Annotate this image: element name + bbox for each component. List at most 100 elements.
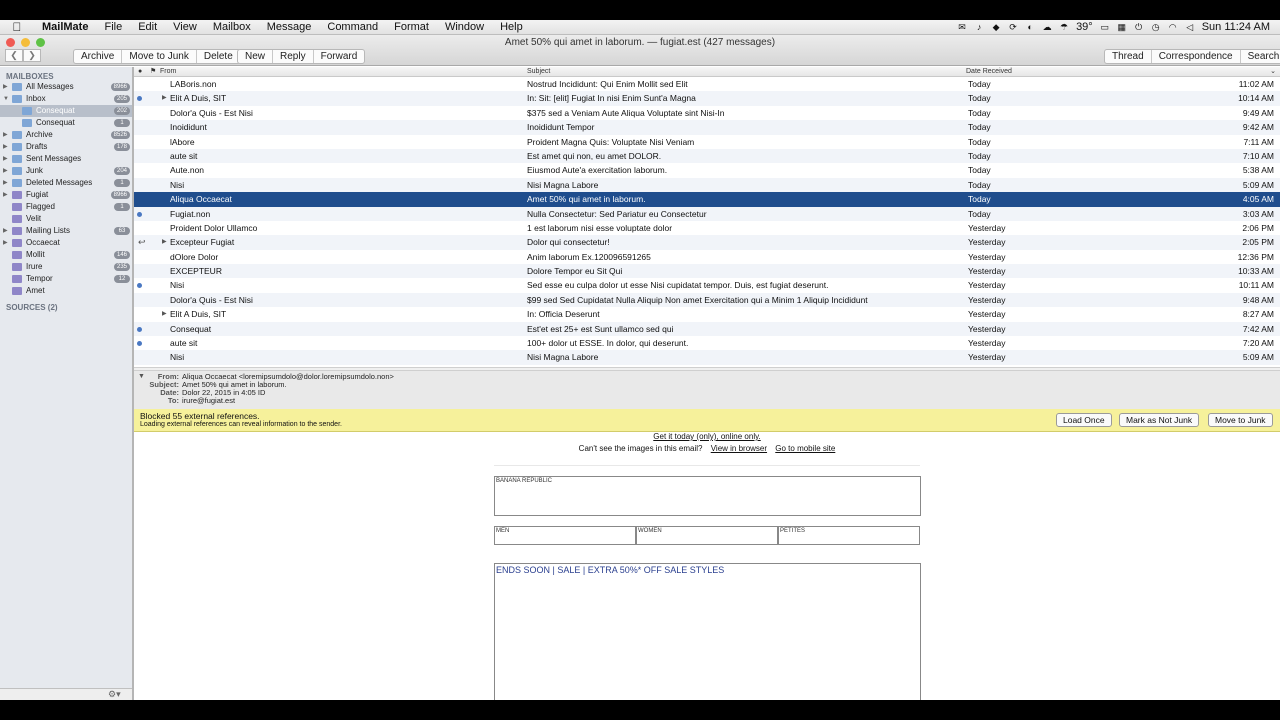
nav-women[interactable]: WOMEN <box>636 526 778 545</box>
thread-disclosure-icon[interactable]: ▶ <box>162 307 167 321</box>
sidebar-item[interactable]: Tempor 12 <box>0 273 132 285</box>
menu-view[interactable]: View <box>165 21 205 33</box>
table-row[interactable]: Consequat Est'et est 25+ est Sunt ullamco… <box>134 321 1280 337</box>
sidebar-item[interactable]: ▶ Sent Messages <box>0 153 132 165</box>
nav-men[interactable]: MEN <box>494 526 636 545</box>
bell-icon[interactable]: ♪ <box>974 22 984 32</box>
sidebar-item[interactable]: Mollit 146 <box>0 249 132 261</box>
column-from[interactable]: From <box>160 67 176 77</box>
to-value[interactable]: irure@fugiat.est <box>182 396 235 405</box>
column-subject[interactable]: Subject <box>527 67 550 77</box>
disclosure-closed-icon[interactable]: ▶ <box>3 141 8 153</box>
temperature[interactable]: 39° <box>1076 21 1093 33</box>
table-row[interactable]: ▶ Elit A Duis, SIT In: Sit: [elit] Fugiat … <box>134 91 1280 106</box>
sidebar-item[interactable]: Consequat 202 <box>0 105 132 117</box>
sidebar-item[interactable]: Consequat 1 <box>0 117 132 129</box>
time-machine-icon[interactable]: ◷ <box>1151 22 1161 32</box>
sidebar-item[interactable]: ▶ Fugiat 8966 <box>0 189 132 201</box>
menu-message[interactable]: Message <box>259 21 320 33</box>
table-row[interactable]: Dolor'a Quis - Est Nisi $99 sed Sed Cupid… <box>134 292 1280 308</box>
table-row[interactable]: Inoididunt Inoididunt Tempor Today 9:42 AM <box>134 120 1280 135</box>
disclosure-closed-icon[interactable]: ▶ <box>3 177 8 189</box>
unread-dot-icon[interactable] <box>137 96 142 102</box>
load-once-button[interactable]: Load Once <box>1056 413 1112 427</box>
unread-column-icon[interactable]: ● <box>138 67 142 77</box>
sidebar-item[interactable]: Irure 235 <box>0 261 132 273</box>
move-to-junk-bar-button[interactable]: Move to Junk <box>1208 413 1273 427</box>
clock[interactable]: Sun 11:24 AM <box>1202 21 1270 33</box>
forward-icon[interactable]: ❯ <box>23 49 41 62</box>
sidebar-item[interactable]: ▶ Occaecat <box>0 237 132 249</box>
new-button[interactable]: New <box>238 50 274 63</box>
table-row[interactable]: aute sit Est amet qui non, eu amet DOLOR.… <box>134 148 1280 164</box>
table-row[interactable]: Aliqua Occaecat Amet 50% qui amet in labo… <box>134 192 1280 207</box>
menu-file[interactable]: File <box>96 21 130 33</box>
disclosure-closed-icon[interactable]: ▶ <box>3 153 8 165</box>
table-row[interactable]: Aute.non Eiusmod Aute'a exercitation labo… <box>134 163 1280 177</box>
disclosure-open-icon[interactable]: ▼ <box>3 93 9 105</box>
correspondence-button[interactable]: Correspondence <box>1152 50 1241 63</box>
unread-dot-icon[interactable] <box>137 326 142 332</box>
table-row[interactable]: lAbore Proident Magna Quis: Voluptate Nis… <box>134 135 1280 149</box>
battery-icon[interactable]: ▭ <box>1100 22 1110 32</box>
power-icon[interactable]: ⏻ <box>1134 22 1144 32</box>
apple-icon[interactable]:  <box>0 20 34 34</box>
search-button[interactable]: Search <box>1241 50 1280 63</box>
disclosure-closed-icon[interactable]: ▶ <box>3 225 8 237</box>
disclosure-closed-icon[interactable]: ▶ <box>3 165 8 177</box>
mail-icon[interactable]: ✉ <box>957 22 967 32</box>
back-icon[interactable]: ❮ <box>5 49 23 62</box>
sidebar-item[interactable]: ▶ Junk 204 <box>0 165 132 177</box>
menu-edit[interactable]: Edit <box>130 21 165 33</box>
menu-app-name[interactable]: MailMate <box>34 21 96 33</box>
sidebar-item[interactable]: Flagged 1 <box>0 201 132 213</box>
volume-icon[interactable]: ◁ <box>1185 22 1195 32</box>
table-row[interactable]: Nisi Nisi Magna Labore Today 5:09 AM <box>134 177 1280 193</box>
promo-link[interactable]: Get it today (only), online only. <box>653 432 760 441</box>
menu-window[interactable]: Window <box>437 21 492 33</box>
sort-chevron-icon[interactable]: ⌄ <box>1270 67 1276 77</box>
mark-not-junk-button[interactable]: Mark as Not Junk <box>1119 413 1200 427</box>
thread-disclosure-icon[interactable]: ▶ <box>162 235 167 249</box>
sidebar-item[interactable]: ▶ All Messages 8966 <box>0 81 132 93</box>
sync-icon[interactable]: ⟳ <box>1008 22 1018 32</box>
forward-button[interactable]: Forward <box>314 50 365 63</box>
thread-disclosure-icon[interactable]: ▶ <box>162 91 167 105</box>
banner-image[interactable]: BANANA REPUBLIC <box>494 476 921 516</box>
table-row[interactable]: EXCEPTEUR Dolore Tempor eu Sit Qui Yesterd… <box>134 264 1280 279</box>
disclosure-closed-icon[interactable]: ▶ <box>3 129 8 141</box>
nav-petites[interactable]: PETITES <box>778 526 920 545</box>
archive-button[interactable]: Archive <box>74 50 123 63</box>
sidebar-item[interactable]: ▶ Deleted Messages 1 <box>0 177 132 189</box>
cloud-icon[interactable]: ☁ <box>1042 22 1052 32</box>
sources-heading[interactable]: SOURCES (2) <box>0 297 132 312</box>
menu-mailbox[interactable]: Mailbox <box>205 21 259 33</box>
table-row[interactable]: Proident Dolor Ullamco 1 est laborum nisi… <box>134 221 1280 235</box>
display-icon[interactable]: ▦ <box>1117 22 1127 32</box>
weather-icon[interactable]: ☂ <box>1059 22 1069 32</box>
flag-column-icon[interactable]: ⚑ <box>150 67 156 77</box>
reply-button[interactable]: Reply <box>273 50 314 63</box>
sale-banner[interactable]: ENDS SOON | SALE | EXTRA 50%* OFF SALE S… <box>494 563 921 700</box>
sidebar-item[interactable]: Amet <box>0 285 132 297</box>
dropbox-icon[interactable]: ◆ <box>991 22 1001 32</box>
table-row[interactable]: LABoris.non Nostrud Incididunt: Qui Enim … <box>134 77 1280 91</box>
unread-dot-icon[interactable] <box>137 211 142 217</box>
table-row[interactable]: ▶ Elit A Duis, SIT In: Officia Deserunt Yes… <box>134 307 1280 321</box>
sidebar-item[interactable]: Velit <box>0 213 132 225</box>
delete-button[interactable]: Delete <box>197 50 240 63</box>
sidebar-item[interactable]: ▶ Archive 8526 <box>0 129 132 141</box>
table-row[interactable]: Fugiat.non Nulla Consectetur: Sed Pariatu… <box>134 206 1280 221</box>
view-in-browser-link[interactable]: View in browser <box>711 444 767 453</box>
move-to-junk-button[interactable]: Move to Junk <box>122 50 197 63</box>
disclosure-closed-icon[interactable]: ▶ <box>3 81 8 93</box>
unread-dot-icon[interactable] <box>137 283 142 289</box>
wifi-icon[interactable]: ◠ <box>1168 22 1178 32</box>
table-row[interactable]: dOlore Dolor Anim laborum Ex.120096591265… <box>134 250 1280 264</box>
table-row[interactable]: Dolor'a Quis - Est Nisi $375 sed a Veniam… <box>134 106 1280 120</box>
column-date-received[interactable]: Date Received <box>966 67 1012 77</box>
menu-command[interactable]: Command <box>319 21 386 33</box>
mobile-site-link[interactable]: Go to mobile site <box>775 444 835 453</box>
table-row[interactable]: Nisi Nisi Magna Labore Yesterday 5:09 AM <box>134 350 1280 365</box>
thread-button[interactable]: Thread <box>1105 50 1152 63</box>
